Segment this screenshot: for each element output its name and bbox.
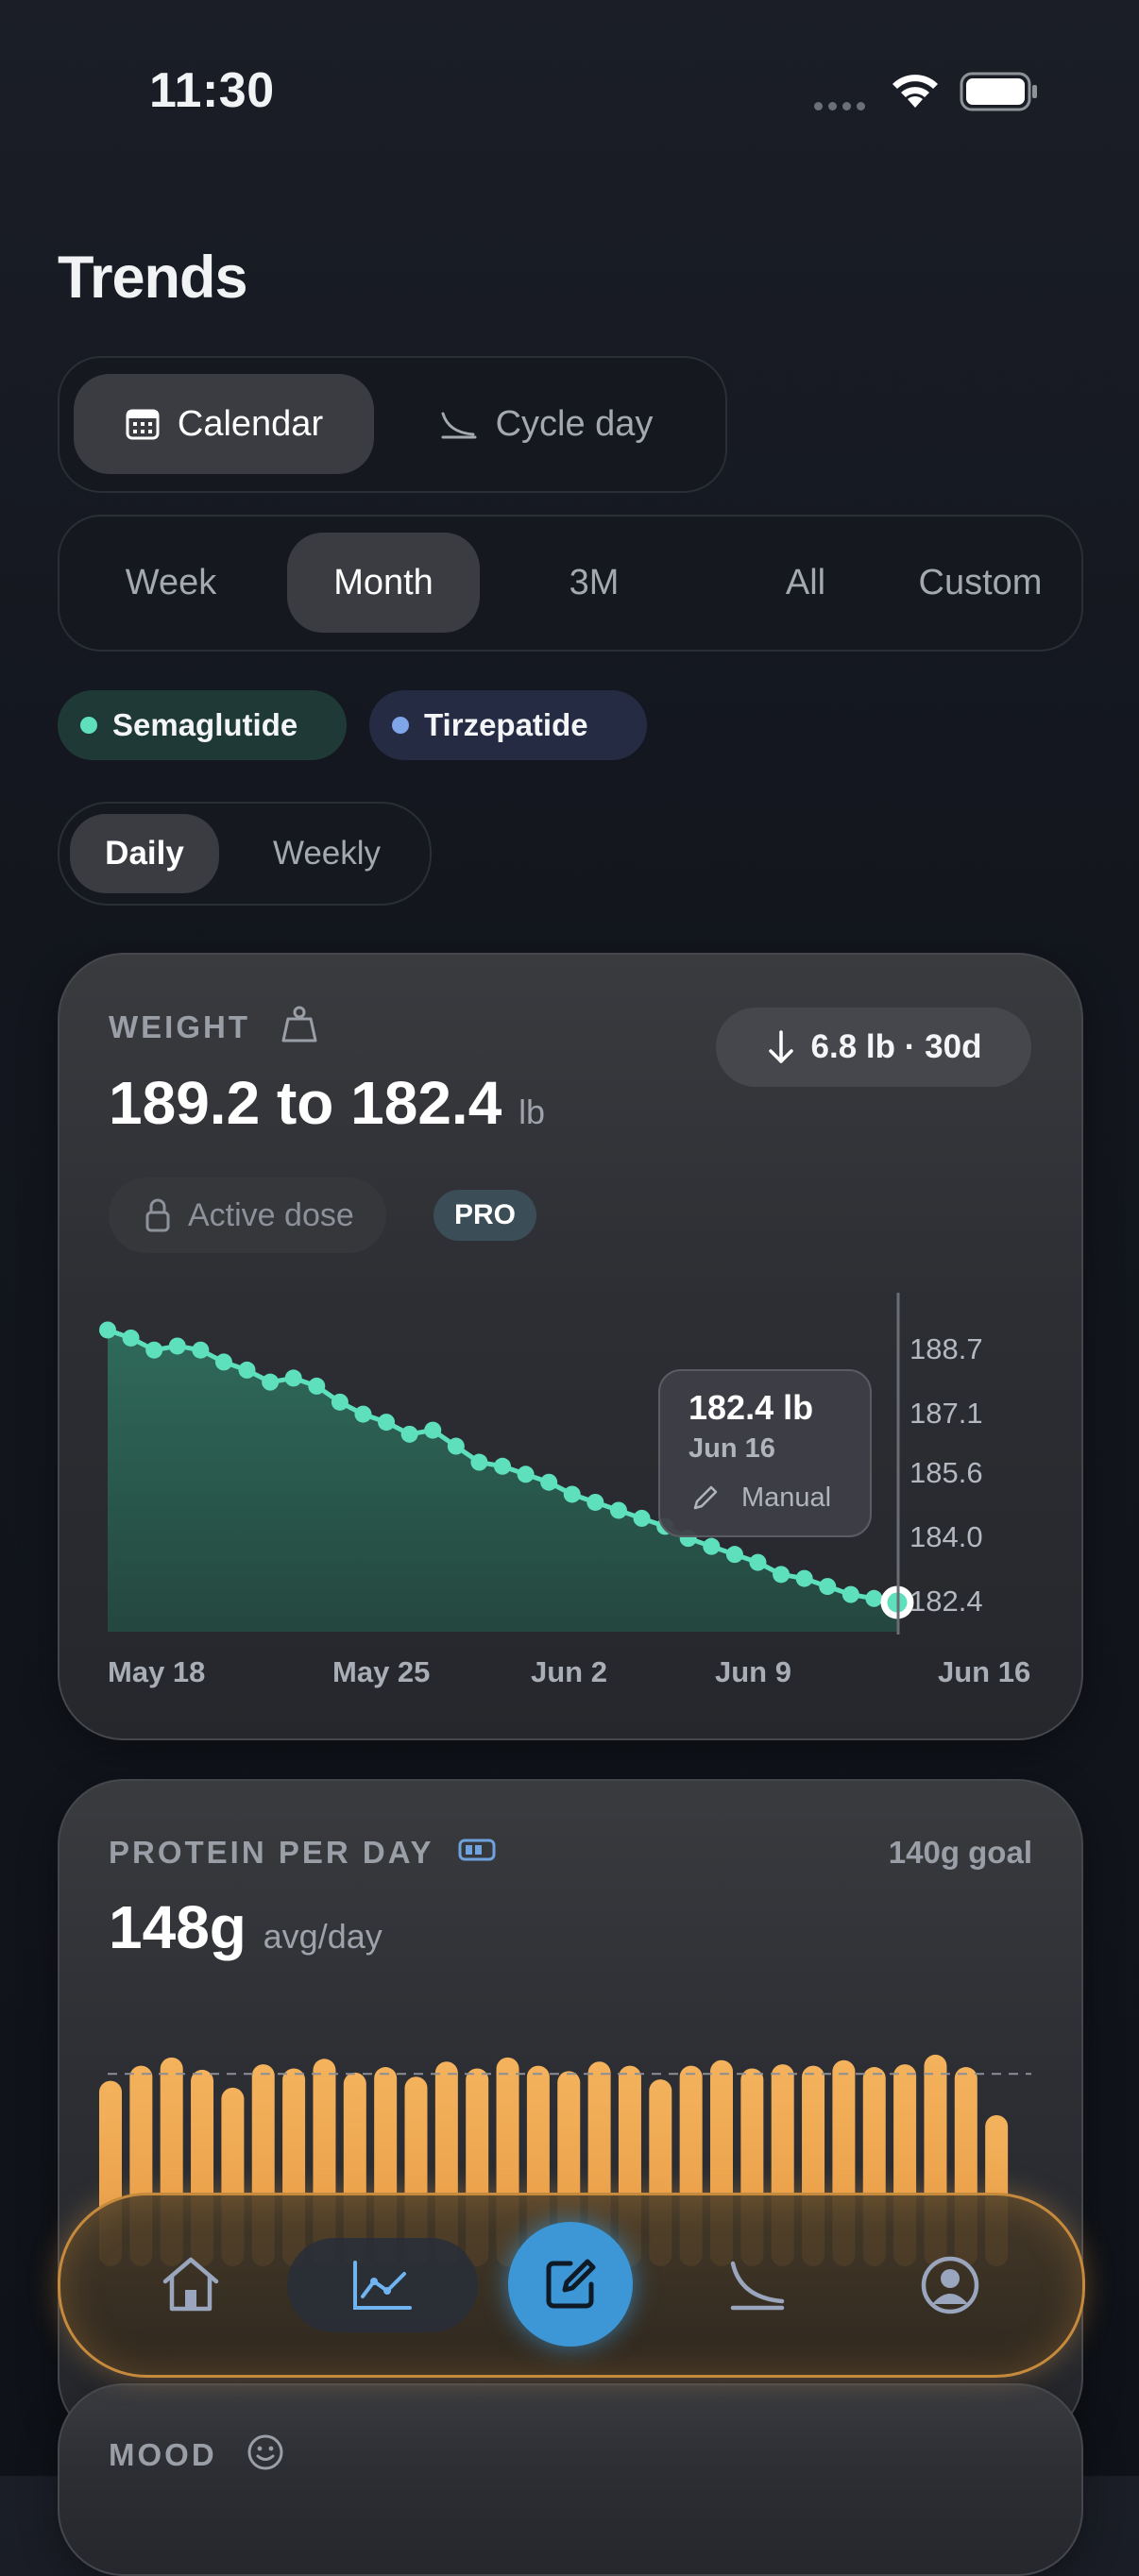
- home-icon[interactable]: [160, 2255, 222, 2313]
- tab-trends[interactable]: [287, 2238, 478, 2332]
- compose-icon: [546, 2259, 596, 2309]
- mood-card[interactable]: MOOD: [58, 2383, 1083, 2576]
- profile-icon[interactable]: [920, 2255, 980, 2315]
- bottom-tab-bar: [58, 2193, 1085, 2378]
- smile-icon: [247, 2434, 283, 2470]
- cycle-curve-tab-icon[interactable]: [727, 2258, 788, 2313]
- mood-card-label: MOOD: [109, 2437, 217, 2472]
- log-entry-button[interactable]: [508, 2222, 633, 2347]
- trend-chart-icon: [353, 2261, 412, 2310]
- protein-bar-chart: [99, 2054, 1031, 2266]
